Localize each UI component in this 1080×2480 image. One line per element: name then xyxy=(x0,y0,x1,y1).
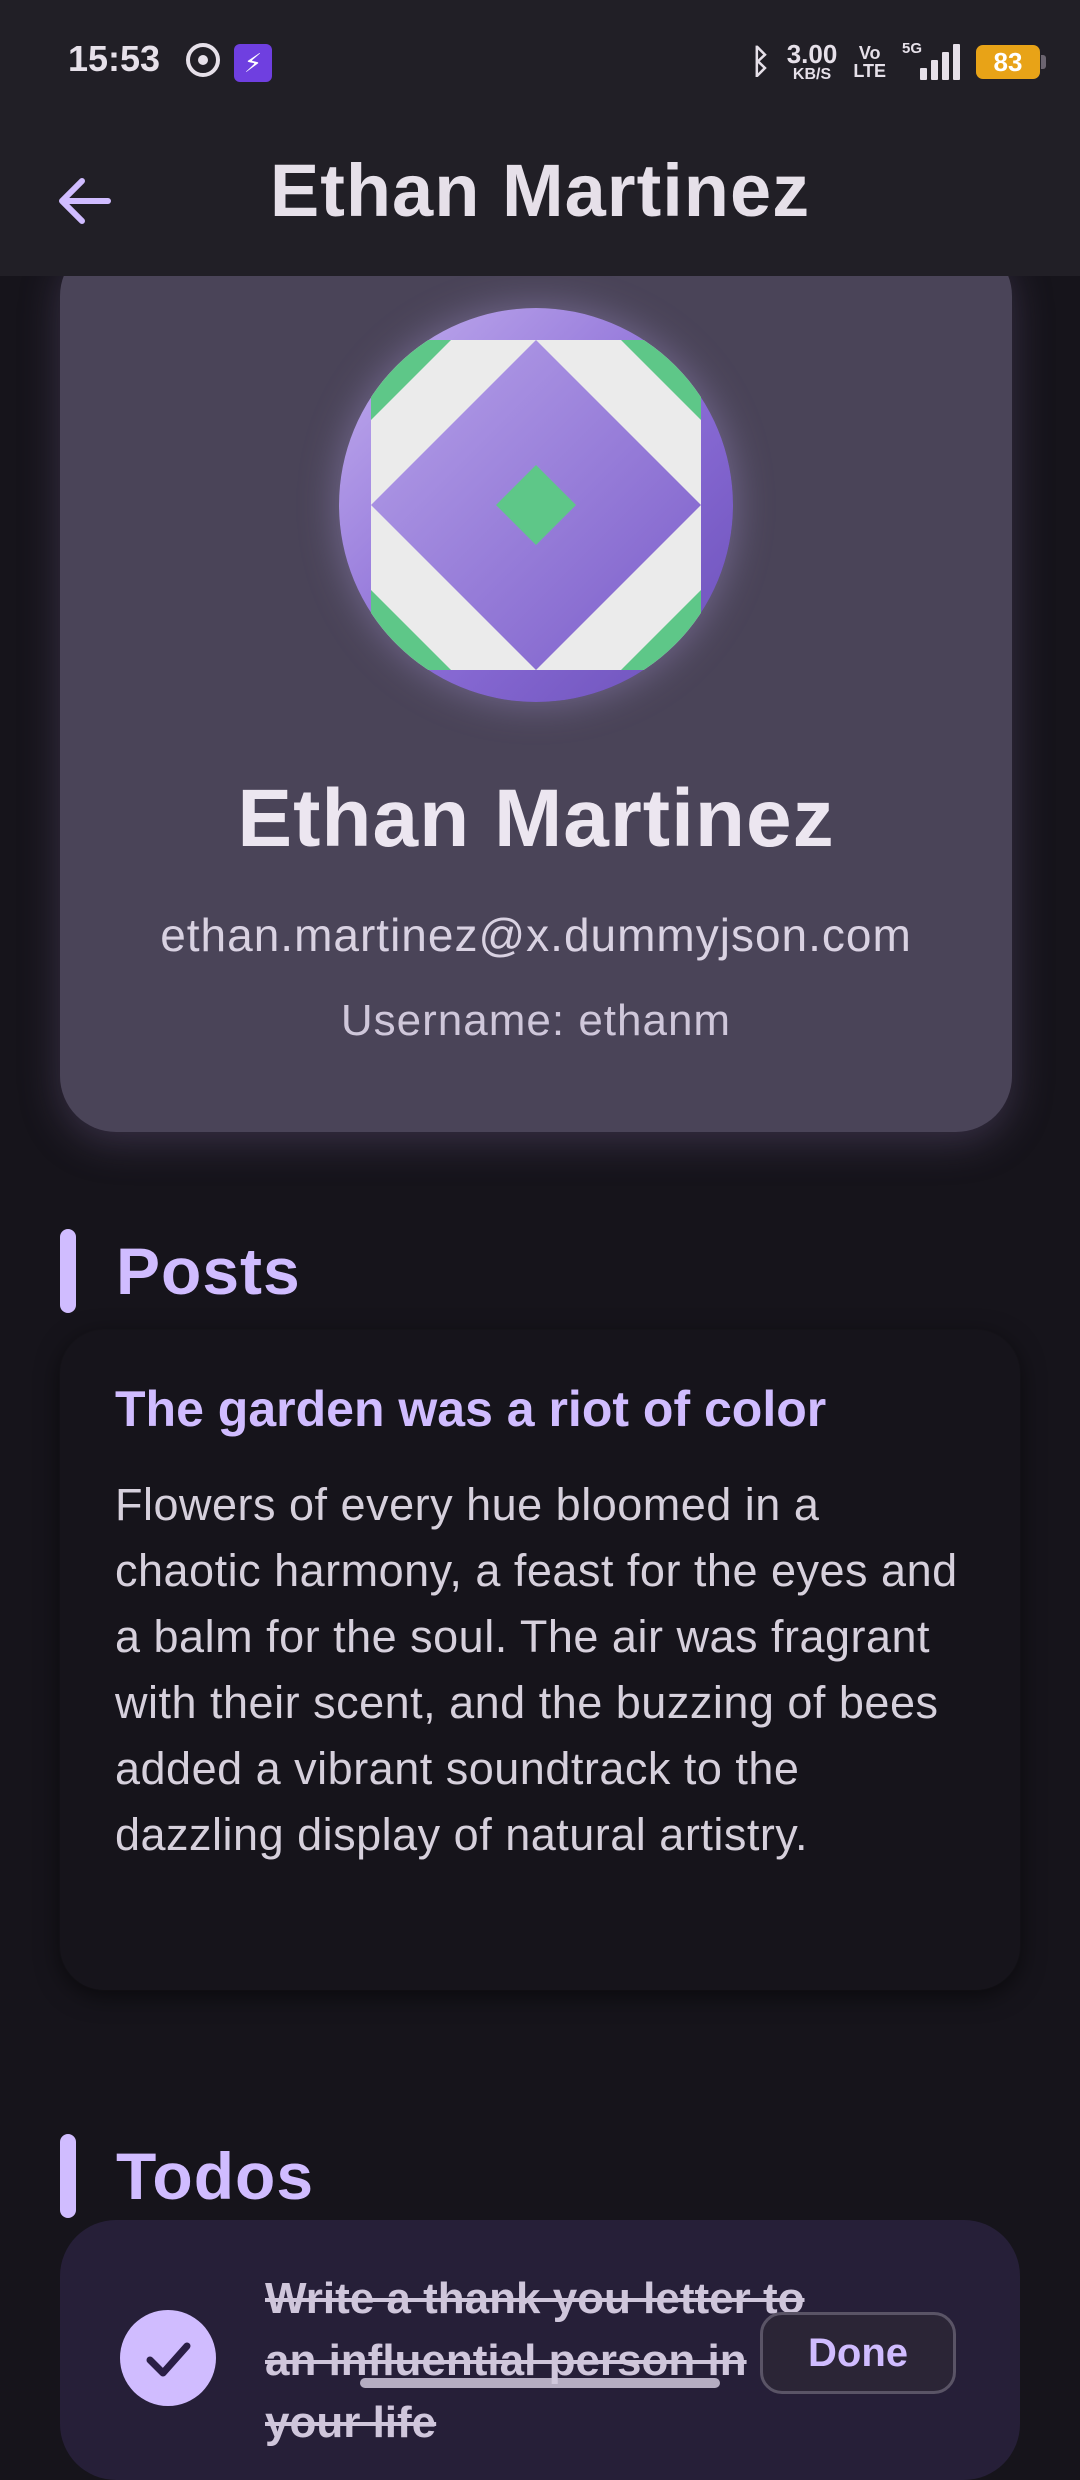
section-accent-bar xyxy=(60,1229,76,1313)
done-button[interactable]: Done xyxy=(760,2312,956,2394)
network-speed: 3.00 KB/S xyxy=(786,39,838,83)
todo-item[interactable]: Write a thank you letter to an influenti… xyxy=(60,2220,1020,2480)
volte-icon: Vo LTE xyxy=(853,43,886,81)
posts-section-header: Posts xyxy=(60,1229,301,1313)
signal-icon: 5G xyxy=(902,40,960,80)
check-icon xyxy=(146,2342,191,2377)
profile-username: Username: ethanm xyxy=(340,996,732,1045)
identicon-avatar-icon xyxy=(371,340,701,670)
todos-section-header: Todos xyxy=(60,2134,314,2218)
post-title: The garden was a riot of color xyxy=(115,1381,827,1437)
todo-text: Write a thank you letter to an influenti… xyxy=(265,2274,805,2447)
app-bar: Ethan Martinez xyxy=(0,124,1080,276)
post-card[interactable]: The garden was a riot of color Flowers o… xyxy=(60,1330,1020,1990)
page-title: Ethan Martinez xyxy=(269,149,811,232)
post-body: Flowers of every hue bloomed in a chaoti… xyxy=(115,1479,958,1860)
status-bar: 15:53 ⚡ ᛒ 3.00 KB/S Vo LTE 5G 83 xyxy=(0,0,1080,124)
todos-heading: Todos xyxy=(116,2139,315,2213)
posts-heading: Posts xyxy=(116,1234,301,1308)
status-icons: ᛒ 3.00 KB/S Vo LTE 5G 83 xyxy=(750,39,1046,84)
whatsapp-icon xyxy=(186,43,220,77)
app-notification-icon: ⚡ xyxy=(234,44,272,82)
todo-checkbox[interactable] xyxy=(120,2310,216,2406)
section-accent-bar xyxy=(60,2134,76,2218)
home-indicator[interactable] xyxy=(360,2378,720,2388)
bluetooth-icon: ᛒ xyxy=(750,42,771,81)
profile-card: Ethan Martinez ethan.martinez@x.dummyjso… xyxy=(60,240,1012,1132)
profile-name: Ethan Martinez xyxy=(237,773,835,864)
status-time: 15:53 xyxy=(68,38,161,79)
battery-icon: 83 xyxy=(976,45,1046,79)
profile-email: ethan.martinez@x.dummyjson.com xyxy=(160,909,912,961)
avatar xyxy=(339,308,733,702)
